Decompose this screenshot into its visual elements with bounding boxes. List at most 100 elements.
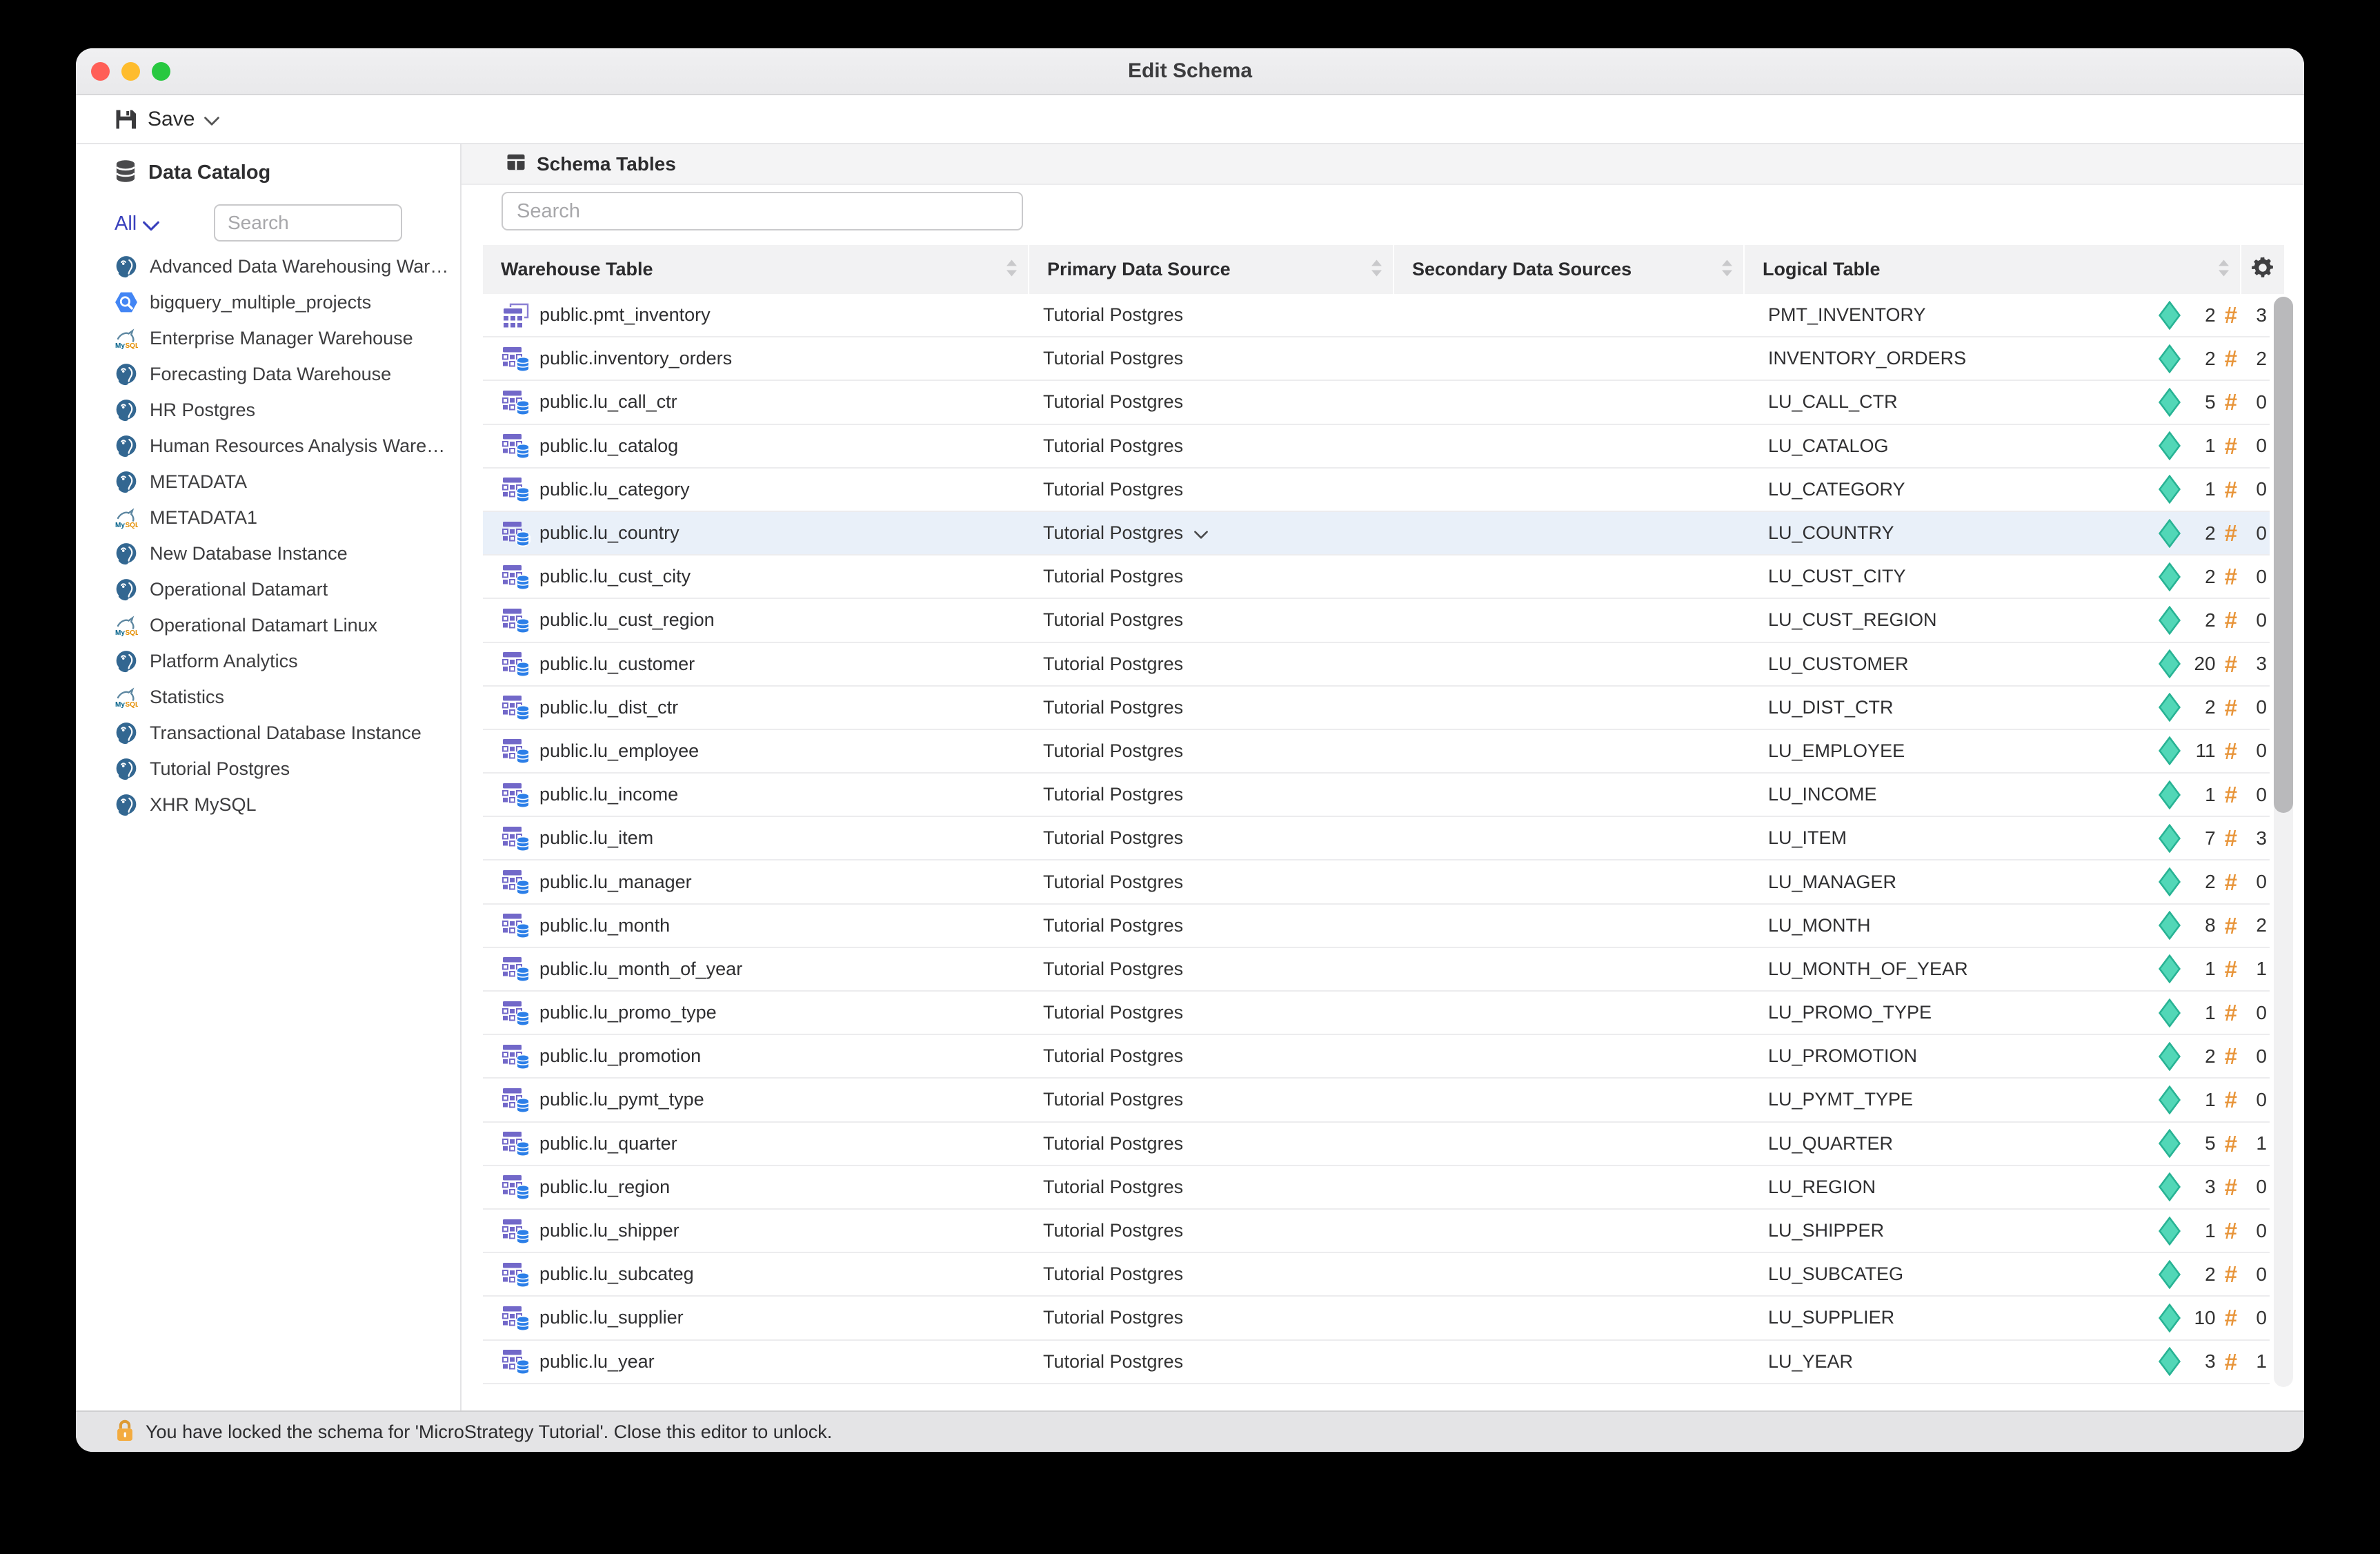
fact-count: 0 [2256,1219,2267,1241]
attribute-count: 2 [2205,609,2216,631]
sidebar-item-database-instance[interactable]: XHR MySQL [76,787,460,823]
table-row[interactable]: public.lu_employee Tutorial Postgres LU_… [483,729,2270,774]
table-row[interactable]: public.lu_income Tutorial Postgres LU_IN… [483,774,2270,818]
gear-icon[interactable] [2250,255,2276,284]
database-instance-label: XHR MySQL [150,794,257,815]
sort-icon[interactable] [1722,259,1732,280]
schema-tables-search-input[interactable] [502,192,1023,230]
sidebar-item-database-instance[interactable]: MySQL Enterprise Manager Warehouse [76,320,460,356]
table-row[interactable]: public.lu_pymt_type Tutorial Postgres LU… [483,1079,2270,1123]
sidebar-item-database-instance[interactable]: Human Resources Analysis Ware… [76,428,460,464]
table-row[interactable]: public.lu_item Tutorial Postgres LU_ITEM [483,817,2270,861]
table-row[interactable]: public.lu_call_ctr Tutorial Postgres LU_… [483,381,2270,425]
sidebar-item-database-instance[interactable]: New Database Instance [76,535,460,571]
vertical-scrollbar-thumb[interactable] [2274,297,2293,813]
attribute-count: 11 [2195,740,2216,762]
table-row[interactable]: public.lu_promotion Tutorial Postgres LU… [483,1035,2270,1079]
table-row[interactable]: public.lu_quarter Tutorial Postgres LU_Q… [483,1122,2270,1166]
warehouse-table-icon [502,955,530,983]
logical-table-name: LU_CATEGORY [1768,478,1905,500]
sort-icon[interactable] [1006,259,1017,280]
sidebar-item-database-instance[interactable]: Transactional Database Instance [76,715,460,751]
warehouse-table-name: public.lu_category [539,478,690,500]
table-row[interactable]: public.lu_promo_type Tutorial Postgres L… [483,992,2270,1036]
sidebar-item-database-instance[interactable]: Operational Datamart [76,571,460,607]
fact-hash-icon: # [2224,1174,2237,1200]
primary-data-source-chevron-down-icon[interactable] [1194,530,1208,539]
logical-table-name: LU_MONTH_OF_YEAR [1768,958,1968,979]
sidebar-item-database-instance[interactable]: Forecasting Data Warehouse [76,356,460,392]
sidebar-item-database-instance[interactable]: Tutorial Postgres [76,751,460,787]
column-header-logical-table[interactable]: Logical Table [1745,245,2241,294]
logical-table-name: LU_COUNTRY [1768,522,1894,544]
table-row[interactable]: public.lu_cust_region Tutorial Postgres … [483,599,2270,643]
attribute-count: 1 [2205,958,2216,980]
table-row[interactable]: public.lu_category Tutorial Postgres LU_… [483,468,2270,512]
warehouse-table-icon [502,1261,530,1288]
table-row[interactable]: public.lu_catalog Tutorial Postgres LU_C… [483,424,2270,469]
database-type-icon: MySQL [115,506,138,529]
table-row[interactable]: public.lu_dist_ctr Tutorial Postgres LU_… [483,686,2270,730]
table-row[interactable]: public.pmt_inventory Tutorial Postgres P… [483,294,2270,338]
fact-hash-icon: # [2224,956,2237,982]
svg-text:My: My [115,629,125,637]
warehouse-table-name: public.lu_income [539,784,679,805]
table-row[interactable]: public.lu_year Tutorial Postgres LU_YEAR [483,1340,2270,1384]
table-row[interactable]: public.lu_subcateg Tutorial Postgres LU_… [483,1253,2270,1297]
table-row[interactable]: public.lu_shipper Tutorial Postgres LU_S… [483,1209,2270,1254]
attribute-count: 1 [2205,1219,2216,1241]
warehouse-table-name: public.lu_dist_ctr [539,696,679,718]
sidebar-item-database-instance[interactable]: MySQL METADATA1 [76,500,460,535]
save-chevron-down-icon[interactable] [204,117,220,126]
fact-count: 2 [2256,347,2267,369]
primary-data-source-value: Tutorial Postgres [1043,696,1184,718]
table-row[interactable]: public.lu_month Tutorial Postgres LU_MON… [483,904,2270,948]
sort-icon[interactable] [1371,259,1382,280]
warehouse-table-icon [502,345,530,373]
database-instance-label: Tutorial Postgres [150,758,290,779]
table-row[interactable]: public.lu_supplier Tutorial Postgres LU_… [483,1297,2270,1341]
table-row[interactable]: public.lu_customer Tutorial Postgres LU_… [483,642,2270,687]
column-header-primary-data-source[interactable]: Primary Data Source [1029,245,1394,294]
logical-table-name: LU_PROMOTION [1768,1045,1918,1067]
primary-data-source-value: Tutorial Postgres [1043,391,1184,413]
attribute-diamond-icon [2158,1259,2181,1289]
warehouse-table-name: public.inventory_orders [539,348,733,369]
database-instance-label: Enterprise Manager Warehouse [150,327,413,348]
warehouse-table-icon [502,868,530,896]
attribute-diamond-icon [2158,867,2181,897]
sidebar-item-database-instance[interactable]: bigquery_multiple_projects [76,284,460,320]
attribute-count: 2 [2205,565,2216,587]
warehouse-table-name: public.lu_employee [539,740,700,761]
sidebar-item-database-instance[interactable]: MySQL Operational Datamart Linux [76,607,460,643]
table-row[interactable]: public.lu_region Tutorial Postgres LU_RE… [483,1166,2270,1210]
sidebar-item-database-instance[interactable]: Advanced Data Warehousing War… [76,248,460,284]
table-row[interactable]: public.lu_manager Tutorial Postgres LU_M… [483,860,2270,905]
attribute-diamond-icon [2158,693,2181,722]
save-button[interactable]: Save [113,107,220,132]
logical-table-name: LU_SUPPLIER [1768,1307,1895,1328]
sort-icon[interactable] [2219,259,2229,280]
fact-count: 0 [2256,740,2267,762]
warehouse-table-icon [502,999,530,1027]
column-header-secondary-data-sources[interactable]: Secondary Data Sources [1394,245,1745,294]
table-row[interactable]: public.lu_cust_city Tutorial Postgres LU… [483,555,2270,600]
database-instance-label: Operational Datamart [150,578,328,600]
table-row[interactable]: public.lu_month_of_year Tutorial Postgre… [483,947,2270,992]
table-row[interactable]: public.lu_country Tutorial Postgres LU_C… [483,511,2270,556]
filter-all-dropdown[interactable]: All [115,210,160,237]
database-type-icon [115,362,138,386]
vertical-scrollbar[interactable] [2274,297,2293,1387]
sidebar-item-database-instance[interactable]: METADATA [76,464,460,500]
sidebar-item-database-instance[interactable]: MySQL Statistics [76,679,460,715]
sidebar-item-database-instance[interactable]: HR Postgres [76,392,460,428]
warehouse-table-icon [502,1217,530,1245]
sidebar-search-input[interactable] [214,204,402,242]
sidebar-item-database-instance[interactable]: Platform Analytics [76,643,460,679]
schema-tables-title: Schema Tables [537,153,676,175]
logical-table-badges: 3 # 1 [2158,1347,2267,1377]
column-header-warehouse-table[interactable]: Warehouse Table [483,245,1029,294]
database-instance-label: bigquery_multiple_projects [150,291,372,313]
save-icon [113,107,138,132]
table-row[interactable]: public.inventory_orders Tutorial Postgre… [483,337,2270,382]
